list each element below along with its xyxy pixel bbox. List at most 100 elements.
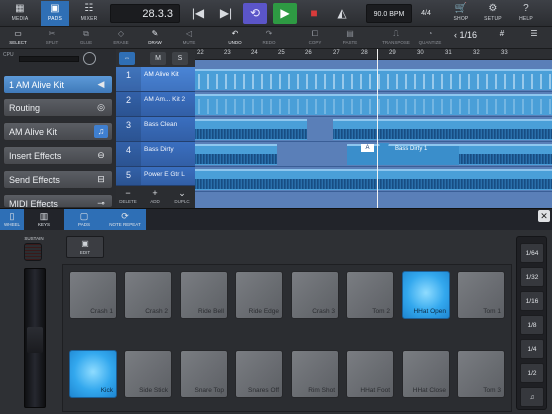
time-signature[interactable]: 4/4 (414, 4, 438, 23)
track-zoom-button[interactable]: ⇔ (119, 52, 135, 65)
tempo-display[interactable]: 90.0 BPM (366, 4, 412, 23)
pads-tab[interactable]: ▢ PADS (64, 209, 104, 231)
midi-clip[interactable] (195, 94, 552, 115)
drum-pad[interactable]: Rim Shot (291, 350, 339, 398)
wheel-icon: ▯ (9, 211, 15, 221)
rate-button[interactable]: 1/2 (520, 363, 544, 383)
wheel-tab[interactable]: ▯ WHEEL (0, 209, 24, 231)
drum-pad[interactable]: Crash 3 (291, 271, 339, 319)
drum-pad[interactable]: Crash 1 (69, 271, 117, 319)
pitch-wheel[interactable] (24, 268, 46, 408)
timeline-ruler[interactable]: 22 23 24 25 26 27 28 29 30 31 32 33 (195, 49, 552, 60)
delete-track-button[interactable]: − DELETE (116, 187, 140, 207)
quantize-button[interactable]: ◔ QUANTIZE (416, 28, 444, 48)
track-list-button[interactable]: ☰ (520, 28, 548, 48)
routing-button[interactable]: Routing ◎ (3, 98, 113, 117)
rate-button[interactable]: 1/64 (520, 243, 544, 263)
undo-button[interactable]: ↶ UNDO (221, 28, 249, 48)
paste-button[interactable]: ▤ PASTE (336, 28, 364, 48)
close-icon[interactable]: ✕ (538, 210, 550, 222)
midi-notes (195, 74, 552, 89)
mixer-button[interactable]: ☷ MIXER (75, 1, 103, 26)
drum-pad[interactable]: Snares Off (235, 350, 283, 398)
rate-button[interactable]: 1/32 (520, 267, 544, 287)
drum-pad[interactable]: HHat Close (402, 350, 450, 398)
add-track-button[interactable]: + ADD (143, 187, 167, 207)
solo-all-button[interactable]: S (172, 52, 188, 65)
arrange-view[interactable]: Bass Dirty 1 A (195, 60, 552, 208)
snap-grid-button[interactable]: # (488, 28, 516, 48)
mute-tool[interactable]: ◁ MUTE (175, 28, 203, 48)
drum-pad[interactable]: Ride Edge (235, 271, 283, 319)
track-header-5[interactable]: 5 Power E Gtr L (116, 167, 195, 186)
redo-button[interactable]: ↷ REDO (255, 28, 283, 48)
drum-pad[interactable]: Tom 3 (457, 350, 505, 398)
loop-icon: ⟲ (249, 6, 261, 20)
ruler-tick: 30 (417, 50, 424, 56)
draw-tool[interactable]: ✎ DRAW (141, 28, 169, 48)
rate-button[interactable]: 1/16 (520, 291, 544, 311)
drum-pad[interactable]: Tom 1 (457, 271, 505, 319)
instrument-editor-button[interactable]: AM Alive Kit ♫ (3, 122, 113, 141)
audio-clip[interactable] (195, 119, 307, 140)
record-button[interactable]: ■ (302, 3, 326, 24)
pads-button[interactable]: ▣ PADS (41, 1, 69, 26)
media-button[interactable]: ▦ MEDIA (6, 1, 34, 26)
triplet-button[interactable]: ♫ (520, 387, 544, 407)
track-header-4[interactable]: 4 Bass Dirty (116, 142, 195, 167)
sustain-pedal[interactable]: SUSTAIN (24, 236, 44, 264)
help-button[interactable]: ? HELP (512, 1, 540, 26)
edit-button[interactable]: ▣ EDIT (66, 236, 104, 258)
send-effects-button[interactable]: Send Effects ⊟ (3, 170, 113, 189)
drum-pad[interactable]: Side Stick (124, 350, 172, 398)
setup-button[interactable]: ⚙ SETUP (479, 1, 507, 26)
audio-clip[interactable] (195, 169, 552, 190)
instrument-selector[interactable]: 1 AM Alive Kit ◀ (3, 75, 113, 94)
split-tool[interactable]: ✂ SPLIT (38, 28, 66, 48)
drum-pad-active[interactable]: Kick (69, 350, 117, 398)
glue-tool[interactable]: ⧉ GLUE (72, 28, 100, 48)
loop-button[interactable]: ⟲ (243, 3, 267, 24)
drum-pad[interactable]: Ride Bell (180, 271, 228, 319)
rate-button[interactable]: 1/8 (520, 315, 544, 335)
insert-effects-button[interactable]: Insert Effects ⊖ (3, 146, 113, 165)
audio-clip[interactable] (459, 144, 552, 165)
track-header-1[interactable]: 1 AM Alive Kit (116, 67, 195, 92)
keys-tab[interactable]: ▥ KEYS (30, 209, 58, 231)
play-button[interactable]: ▶ (273, 3, 297, 24)
forward-button[interactable]: ▶| (214, 3, 238, 24)
power-icon[interactable] (83, 52, 96, 65)
quantize-icon: ◔ (427, 29, 433, 38)
quantize-value[interactable]: ‹ 1/16 (454, 30, 477, 40)
midi-clip[interactable] (195, 69, 552, 90)
drum-pad[interactable]: HHat Foot (346, 350, 394, 398)
automation-badge[interactable]: A (361, 144, 374, 152)
transpose-button[interactable]: ⎍ TRANSPOSE (382, 28, 410, 48)
track-header-2[interactable]: 2 AM Am... Kit 2 (116, 92, 195, 117)
repeat-icon: ⟳ (121, 211, 129, 221)
mute-all-button[interactable]: M (150, 52, 166, 65)
song-position[interactable]: 28.3.3 (110, 4, 180, 23)
wheel-grip[interactable] (27, 327, 43, 353)
track-header-3[interactable]: 3 Bass Clean (116, 117, 195, 142)
midi-effects-button[interactable]: MIDI Effects ⊸ (3, 194, 113, 209)
drum-pad[interactable]: Tom 2 (346, 271, 394, 319)
drum-pad[interactable]: Snare Top (180, 350, 228, 398)
playhead[interactable] (377, 49, 378, 208)
duplicate-track-button[interactable]: ⌄ DUPLC (170, 187, 194, 207)
note-repeat-tab[interactable]: ⟳ NOTE REPEAT (104, 209, 146, 231)
rate-button[interactable]: 1/4 (520, 339, 544, 359)
audio-clip[interactable] (333, 119, 552, 140)
copy-button[interactable]: ⧠ COPY (301, 28, 329, 48)
rewind-button[interactable]: |◀ (186, 3, 210, 24)
shop-button[interactable]: 🛒 SHOP (447, 1, 475, 26)
copy-icon: ⧠ (311, 29, 319, 38)
drum-pad[interactable]: Crash 2 (124, 271, 172, 319)
erase-tool[interactable]: ◇ ERASE (107, 28, 135, 48)
app-window: ▦ MEDIA ▣ PADS ☷ MIXER 28.3.3 |◀ ▶| ⟲ ▶ ■ ◭… (0, 0, 552, 414)
audio-clip[interactable] (195, 144, 277, 165)
drum-pad-active[interactable]: HHat Open (402, 271, 450, 319)
select-tool[interactable]: ▭ SELECT (4, 28, 32, 48)
metronome-button[interactable]: ◭ (330, 3, 354, 24)
metronome-icon: ◭ (337, 6, 347, 20)
